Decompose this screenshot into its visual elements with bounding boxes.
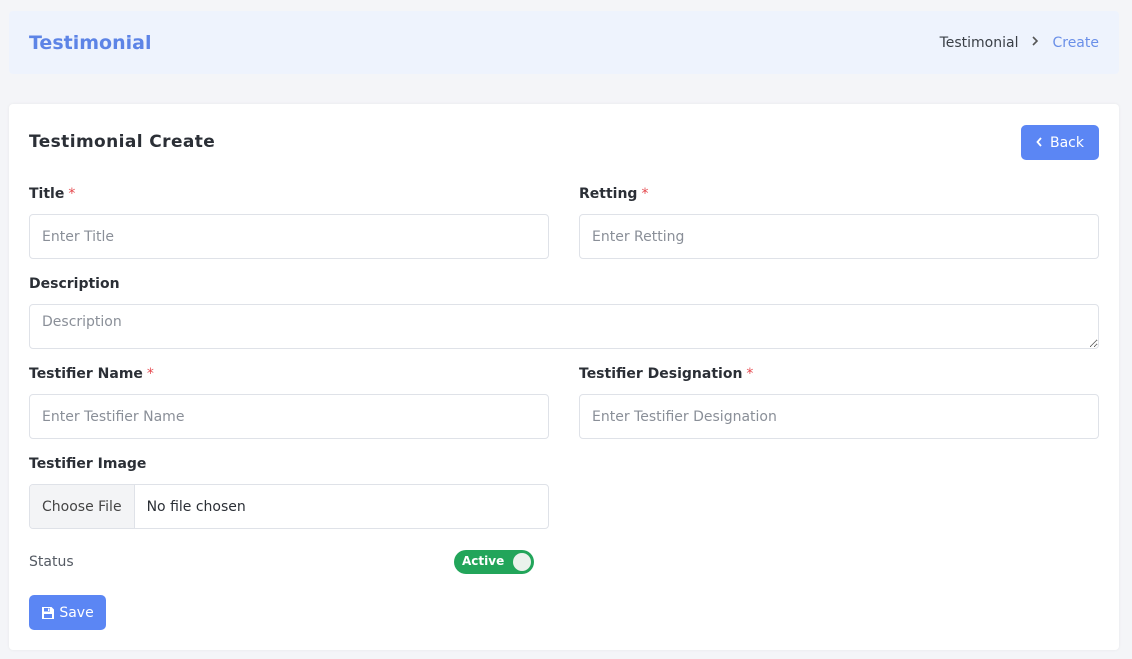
title-label: Title * [29,186,75,202]
required-marker: * [641,186,649,202]
title-input[interactable] [29,214,549,259]
testifier-image-label: Testifier Image [29,456,146,472]
testifier-designation-label-text: Testifier Designation [579,366,743,382]
breadcrumb-item-create: Create [1052,34,1099,51]
chevron-right-icon [1031,35,1039,50]
page: Testimonial Testimonial Create Testimoni… [0,0,1132,659]
status-toggle[interactable]: Active [454,550,534,574]
description-textarea[interactable] [29,304,1099,349]
breadcrumb-item-testimonial[interactable]: Testimonial [940,35,1019,51]
retting-input[interactable] [579,214,1099,259]
testifier-name-input[interactable] [29,394,549,439]
save-button[interactable]: Save [29,595,106,630]
required-marker: * [68,186,76,202]
testifier-name-label-text: Testifier Name [29,366,143,382]
retting-label-text: Retting [579,186,638,202]
required-marker: * [746,366,754,382]
back-button-label: Back [1050,134,1084,151]
retting-label: Retting * [579,186,648,202]
testifier-image-label-text: Testifier Image [29,456,147,472]
toggle-knob [513,553,531,571]
choose-file-button[interactable]: Choose File [30,485,135,528]
back-button[interactable]: Back [1021,125,1099,160]
description-label-text: Description [29,276,120,292]
breadcrumb: Testimonial Create [940,35,1099,51]
file-status-text: No file chosen [146,498,246,515]
testifier-name-label: Testifier Name * [29,366,154,382]
save-button-label: Save [59,604,94,621]
testifier-designation-input[interactable] [579,394,1099,439]
description-label: Description [29,276,120,292]
chevron-left-icon [1036,136,1043,150]
testimonial-create-card: Testimonial Create Back Title* Retting* … [9,104,1119,650]
required-marker: * [146,366,154,382]
title-label-text: Title [29,186,65,202]
page-title: Testimonial [29,31,152,54]
floppy-disk-icon [41,606,55,620]
card-title: Testimonial Create [29,132,216,152]
testifier-designation-label: Testifier Designation * [579,366,753,382]
page-header: Testimonial Testimonial Create [9,11,1119,74]
status-toggle-text: Active [462,554,505,568]
testifier-image-file-input[interactable]: Choose File No file chosen [29,484,549,529]
status-label: Status [29,554,74,570]
